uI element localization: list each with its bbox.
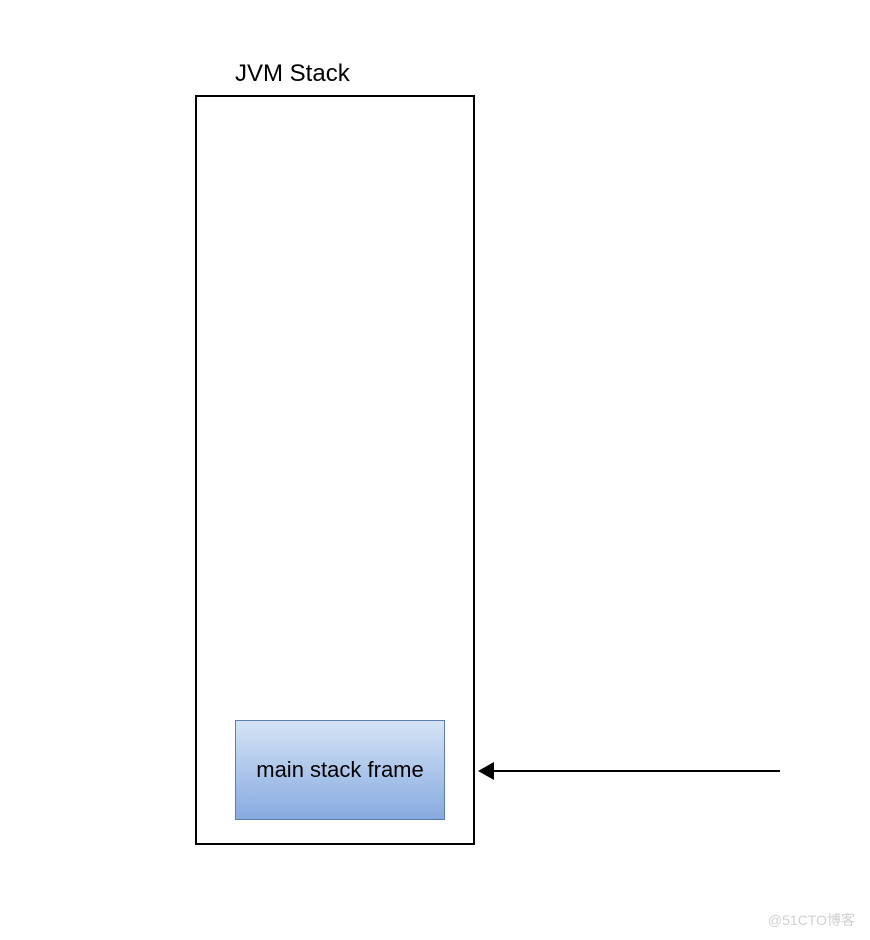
pointer-arrow-head-icon [478,762,494,780]
main-stack-frame: main stack frame [235,720,445,820]
pointer-arrow-line [490,770,780,772]
stack-title: JVM Stack [235,60,350,88]
frame-label: main stack frame [256,757,424,783]
watermark-text: @51CTO博客 [768,910,855,930]
